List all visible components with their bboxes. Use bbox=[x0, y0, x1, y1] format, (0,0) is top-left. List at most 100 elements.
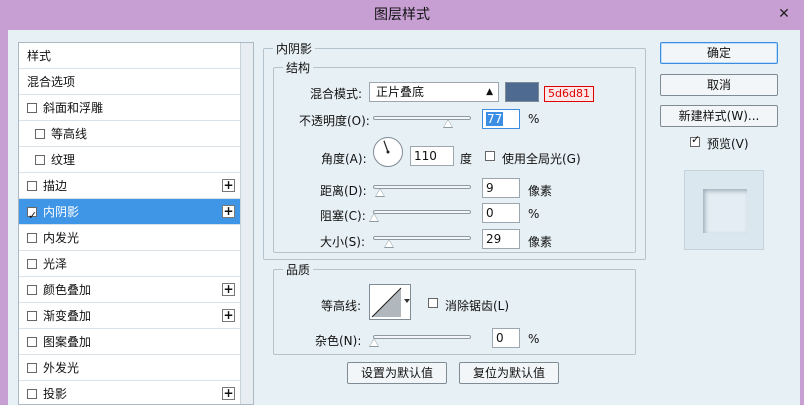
contour-curve-icon bbox=[371, 287, 410, 318]
opacity-input[interactable]: 77 bbox=[482, 109, 520, 129]
style-item-label: 内发光 bbox=[43, 231, 80, 245]
style-checkbox[interactable] bbox=[27, 259, 37, 269]
add-style-button[interactable]: + bbox=[222, 205, 235, 218]
add-style-button[interactable]: + bbox=[222, 309, 235, 322]
preview-checkbox[interactable] bbox=[690, 133, 700, 147]
style-preview bbox=[684, 170, 764, 250]
global-light-label: 使用全局光(G) bbox=[502, 152, 581, 166]
style-checkbox[interactable] bbox=[27, 363, 37, 373]
opacity-value: 77 bbox=[486, 112, 504, 126]
styles-list-item[interactable]: 斜面和浮雕 bbox=[19, 95, 241, 121]
styles-list-item[interactable]: 等高线 bbox=[19, 121, 241, 147]
styles-list-item[interactable]: 光泽 bbox=[19, 251, 241, 277]
style-checkbox[interactable] bbox=[27, 203, 37, 229]
distance-value: 9 bbox=[486, 181, 494, 195]
styles-list-item[interactable]: 投影 + bbox=[19, 381, 241, 404]
add-style-button[interactable]: + bbox=[222, 283, 235, 296]
distance-slider-thumb[interactable] bbox=[375, 188, 385, 197]
style-item-label: 渐变叠加 bbox=[43, 309, 92, 323]
noise-slider-thumb[interactable] bbox=[369, 338, 379, 347]
style-item-label: 颜色叠加 bbox=[43, 283, 92, 297]
size-unit: 像素 bbox=[528, 235, 553, 249]
styles-list-item[interactable]: 样式 bbox=[19, 43, 241, 69]
style-item-label: 外发光 bbox=[43, 361, 80, 375]
choke-input[interactable]: 0 bbox=[482, 203, 520, 223]
styles-list-item[interactable]: 纹理 bbox=[19, 147, 241, 173]
distance-input[interactable]: 9 bbox=[482, 178, 520, 198]
set-default-button[interactable]: 设置为默认值 bbox=[347, 362, 447, 384]
style-checkbox[interactable] bbox=[27, 233, 37, 243]
choke-unit: % bbox=[528, 207, 540, 221]
choke-value: 0 bbox=[486, 206, 494, 220]
window-title: 图层样式 bbox=[374, 7, 430, 23]
color-hex-annotation: 5d6d81 bbox=[544, 86, 594, 102]
opacity-unit: % bbox=[528, 112, 540, 126]
style-item-label: 等高线 bbox=[51, 127, 88, 141]
style-item-label: 描边 bbox=[43, 179, 68, 193]
style-checkbox[interactable] bbox=[27, 311, 37, 321]
size-slider-thumb[interactable] bbox=[384, 239, 394, 248]
style-checkbox[interactable] bbox=[27, 285, 37, 295]
noise-input[interactable]: 0 bbox=[492, 328, 520, 348]
angle-unit: 度 bbox=[460, 152, 473, 166]
styles-list-item[interactable]: 外发光 bbox=[19, 355, 241, 381]
style-item-label: 投影 bbox=[43, 387, 68, 401]
style-item-label: 斜面和浮雕 bbox=[43, 101, 104, 115]
new-style-button[interactable]: 新建样式(W)... bbox=[660, 105, 778, 127]
style-checkbox[interactable] bbox=[35, 155, 45, 165]
reset-default-button[interactable]: 复位为默认值 bbox=[459, 362, 559, 384]
contour-picker[interactable] bbox=[369, 284, 411, 320]
distance-unit: 像素 bbox=[528, 184, 553, 198]
style-checkbox[interactable] bbox=[27, 181, 37, 191]
blend-mode-value: 正片叠底 bbox=[376, 85, 425, 99]
distance-slider[interactable] bbox=[373, 185, 471, 189]
noise-value: 0 bbox=[496, 331, 504, 345]
styles-list-item[interactable]: 描边 + bbox=[19, 173, 241, 199]
size-value: 29 bbox=[486, 232, 502, 246]
styles-list-item[interactable]: 混合选项 bbox=[19, 69, 241, 95]
style-checkbox[interactable] bbox=[27, 103, 37, 113]
style-checkbox[interactable] bbox=[35, 129, 45, 139]
select-arrow-icon: ▲ bbox=[486, 87, 493, 97]
antialias-label: 消除锯齿(L) bbox=[445, 299, 510, 313]
add-style-button[interactable]: + bbox=[222, 387, 235, 400]
choke-slider-thumb[interactable] bbox=[369, 213, 379, 222]
styles-list-item[interactable]: 渐变叠加 + bbox=[19, 303, 241, 329]
size-input[interactable]: 29 bbox=[482, 229, 520, 249]
style-item-label: 混合选项 bbox=[27, 75, 76, 89]
style-item-label: 图案叠加 bbox=[43, 335, 92, 349]
noise-slider[interactable] bbox=[373, 335, 471, 339]
add-style-button[interactable]: + bbox=[222, 179, 235, 192]
style-preview-swatch bbox=[703, 189, 747, 233]
preview-label: 预览(V) bbox=[707, 137, 749, 151]
style-checkbox[interactable] bbox=[27, 389, 37, 399]
opacity-slider[interactable] bbox=[373, 116, 471, 120]
angle-dial-needle bbox=[383, 140, 390, 154]
angle-input[interactable]: 110 bbox=[410, 146, 454, 166]
styles-list-item[interactable]: 颜色叠加 + bbox=[19, 277, 241, 303]
shadow-color-swatch[interactable] bbox=[505, 82, 539, 102]
style-checkbox[interactable] bbox=[27, 337, 37, 347]
opacity-label: 不透明度(O): bbox=[299, 114, 370, 128]
choke-slider[interactable] bbox=[373, 210, 471, 214]
title-bar[interactable]: 图层样式 ✕ bbox=[0, 0, 804, 30]
opacity-slider-thumb[interactable] bbox=[443, 119, 453, 128]
angle-dial[interactable] bbox=[373, 137, 403, 167]
styles-list-scrollbar[interactable] bbox=[240, 43, 253, 404]
styles-list-item[interactable]: 内阴影 + bbox=[19, 199, 241, 229]
close-icon[interactable]: ✕ bbox=[772, 4, 796, 24]
style-item-label: 样式 bbox=[27, 49, 52, 63]
styles-list-item[interactable]: 内发光 bbox=[19, 225, 241, 251]
distance-label: 距离(D): bbox=[320, 184, 367, 198]
dialog-body: 样式混合选项斜面和浮雕等高线纹理描边 + 内阴影 + 内发光光泽颜色叠加 + 渐变叠加 + 图案… bbox=[8, 30, 800, 405]
choke-label: 阻塞(C): bbox=[320, 209, 366, 223]
blend-mode-label: 混合模式: bbox=[310, 87, 363, 101]
blend-mode-select[interactable]: 正片叠底 ▲ bbox=[369, 82, 499, 102]
inner-shadow-title: 内阴影 bbox=[273, 40, 316, 57]
angle-value: 110 bbox=[414, 149, 437, 163]
antialias-checkbox[interactable] bbox=[428, 298, 438, 308]
ok-button[interactable]: 确定 bbox=[660, 42, 778, 64]
global-light-checkbox[interactable] bbox=[485, 151, 495, 161]
cancel-button[interactable]: 取消 bbox=[660, 74, 778, 96]
styles-list-item[interactable]: 图案叠加 bbox=[19, 329, 241, 355]
